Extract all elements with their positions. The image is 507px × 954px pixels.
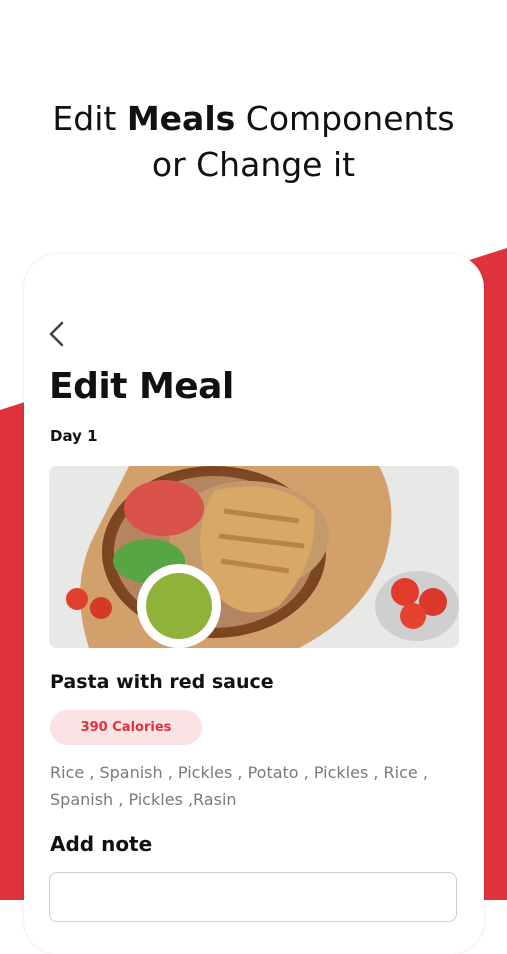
promo-line1-bold: Meals [126,99,236,138]
meal-name: Pasta with red sauce [50,671,274,693]
note-input[interactable] [49,872,457,922]
promo-line1-suffix: Components [235,99,455,138]
promo-headline: Edit Meals Components or Change it [0,96,507,188]
add-note-label: Add note [50,832,153,856]
promo-line1-prefix: Edit [52,99,127,138]
promo-line2: or Change it [151,145,356,184]
chevron-left-icon[interactable] [46,320,68,348]
page-title: Edit Meal [49,366,234,407]
ingredients-text: Rice , Spanish , Pickles , Potato , Pick… [50,763,428,809]
day-label: Day 1 [50,427,98,445]
meal-image [49,466,459,648]
calories-badge: 390 Calories [50,710,202,745]
